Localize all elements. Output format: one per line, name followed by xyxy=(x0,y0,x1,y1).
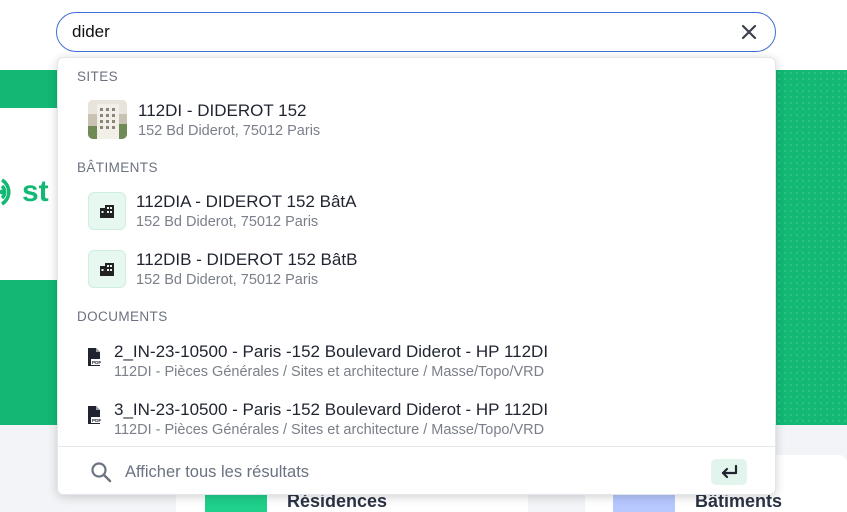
pdf-file-icon: PDF xyxy=(88,348,103,366)
result-subtitle: 152 Bd Diderot, 75012 Paris xyxy=(136,272,319,288)
search-input[interactable] xyxy=(72,22,712,42)
svg-text:PDF: PDF xyxy=(92,360,101,365)
pdf-file-icon: PDF xyxy=(88,406,103,424)
search-results-dropdown: SITES 112DI - DIDEROT 152 152 Bd Diderot… xyxy=(57,57,776,495)
svg-text:PDF: PDF xyxy=(92,418,101,423)
enter-key-button[interactable] xyxy=(711,459,747,485)
result-document-item[interactable]: PDF 3_IN-23-10500 - Paris -152 Boulevard… xyxy=(58,392,775,444)
result-title: 112DI - DIDEROT 152 xyxy=(138,101,307,120)
enter-key-icon xyxy=(721,464,738,479)
close-icon[interactable] xyxy=(739,22,759,42)
building-icon xyxy=(88,192,126,230)
result-title: 2_IN-23-10500 - Paris -152 Boulevard Did… xyxy=(114,342,549,361)
show-all-results-link[interactable]: Afficher tous les résultats xyxy=(125,463,309,482)
result-subtitle: 152 Bd Diderot, 75012 Paris xyxy=(136,214,319,230)
result-subtitle: 152 Bd Diderot, 75012 Paris xyxy=(138,123,321,139)
section-title-buildings: BÂTIMENTS xyxy=(77,160,158,175)
app-logo: st xyxy=(0,172,49,212)
building-photo-thumbnail xyxy=(88,100,127,139)
result-subtitle: 112DI - Pièces Générales / Sites et arch… xyxy=(114,364,545,380)
result-building-item[interactable]: 112DIA - DIDEROT 152 BâtA 152 Bd Diderot… xyxy=(58,184,775,236)
section-title-sites: SITES xyxy=(77,69,119,84)
result-site-item[interactable]: 112DI - DIDEROT 152 152 Bd Diderot, 7501… xyxy=(58,94,775,146)
footer-divider xyxy=(58,446,775,447)
search-bar xyxy=(56,12,776,52)
logo-text: st xyxy=(22,175,49,208)
signal-icon xyxy=(0,178,11,206)
result-document-item[interactable]: PDF 2_IN-23-10500 - Paris -152 Boulevard… xyxy=(58,334,775,386)
result-title: 112DIB - DIDEROT 152 BâtB xyxy=(136,250,358,269)
result-subtitle: 112DI - Pièces Générales / Sites et arch… xyxy=(114,422,545,438)
building-icon xyxy=(88,250,126,288)
result-title: 3_IN-23-10500 - Paris -152 Boulevard Did… xyxy=(114,400,549,419)
search-icon xyxy=(91,462,112,483)
result-building-item[interactable]: 112DIB - DIDEROT 152 BâtB 152 Bd Diderot… xyxy=(58,242,775,294)
result-title: 112DIA - DIDEROT 152 BâtA xyxy=(136,192,357,211)
hero-pattern xyxy=(776,70,847,425)
section-title-documents: DOCUMENTS xyxy=(77,309,168,324)
